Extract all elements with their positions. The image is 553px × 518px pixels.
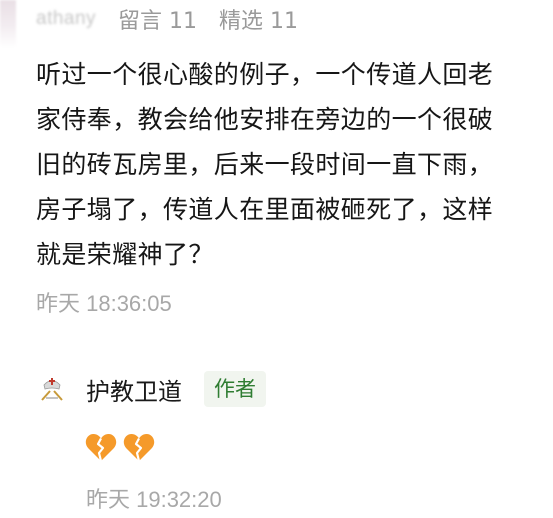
commenter-avatar[interactable] (0, 0, 16, 48)
author-avatar[interactable] (34, 371, 70, 407)
comment-line: 听过一个很心酸的例子，一个传道人回老 (36, 60, 494, 89)
author-reply: 护教卫道 作者 昨天 19:32:20 (34, 370, 534, 512)
author-badge: 作者 (204, 371, 266, 407)
reply-header: 护教卫道 作者 (34, 370, 534, 408)
comment-line: 房子塌了，传道人在里面被砸死了，这样 (36, 195, 494, 224)
comment-line: 旧的砖瓦房里，后来一段时间一直下雨， (36, 150, 494, 179)
broken-heart-icon (85, 434, 117, 462)
comment-text: 听过一个很心酸的例子，一个传道人回老 家侍奉，教会给他安排在旁边的一个很破 旧的… (36, 52, 548, 277)
commenter-username[interactable]: athany (36, 8, 96, 30)
cross-emblem-icon (41, 378, 63, 401)
comment-header: athany 留言 11 精选 11 (36, 2, 298, 36)
reply-emoji-row (84, 430, 156, 464)
reply-timestamp: 昨天 19:32:20 (86, 487, 222, 512)
comment-line: 家侍奉，教会给他安排在旁边的一个很破 (36, 105, 494, 134)
comment-line: 就是荣耀神了？ (36, 240, 214, 269)
broken-heart-icon (123, 434, 155, 462)
comment-timestamp: 昨天 18:36:05 (36, 291, 172, 316)
reply-count[interactable]: 留言 11 (118, 3, 197, 35)
featured-count[interactable]: 精选 11 (219, 3, 298, 35)
author-name[interactable]: 护教卫道 (86, 372, 182, 407)
